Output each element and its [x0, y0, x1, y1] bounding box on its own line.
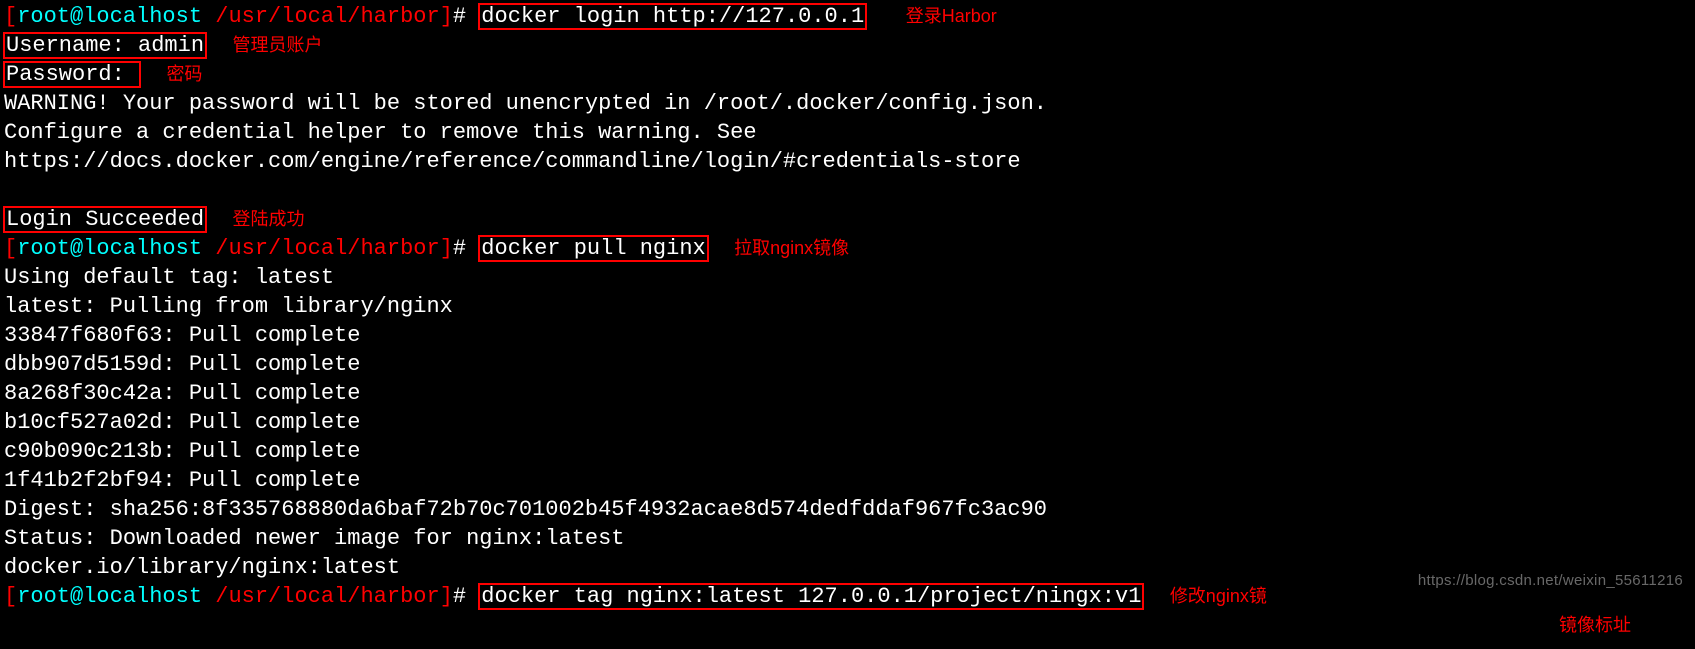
cmd-login-line: [root@localhost /usr/local/harbor]# dock…	[4, 2, 1691, 31]
pull-out-11: docker.io/library/nginx:latest	[4, 553, 1691, 582]
prompt-user-host: root@localhost	[17, 584, 202, 609]
username-text: Username: admin	[4, 33, 206, 58]
prompt-hash: #	[453, 4, 479, 29]
pull-out-3: 33847f680f63: Pull complete	[4, 321, 1691, 350]
pull-out-6: b10cf527a02d: Pull complete	[4, 408, 1691, 437]
pull-out-7: c90b090c213b: Pull complete	[4, 437, 1691, 466]
cmd-pull-line: [root@localhost /usr/local/harbor]# dock…	[4, 234, 1691, 263]
prompt-path: /usr/local/harbor	[202, 4, 440, 29]
prompt-bracket-open: [	[4, 4, 17, 29]
login-succeeded: Login Succeeded	[4, 207, 206, 232]
anno-password: 密码	[166, 64, 202, 84]
username-line: Username: admin 管理员账户	[4, 31, 1691, 60]
warning-line-3: https://docs.docker.com/engine/reference…	[4, 147, 1691, 176]
cmd-pull[interactable]: docker pull nginx	[479, 236, 707, 261]
prompt-path: /usr/local/harbor	[202, 584, 440, 609]
prompt-user-host: root@localhost	[17, 4, 202, 29]
pull-out-4: dbb907d5159d: Pull complete	[4, 350, 1691, 379]
cmd-tag[interactable]: docker tag nginx:latest 127.0.0.1/projec…	[479, 584, 1143, 609]
password-line: Password: 密码	[4, 60, 1691, 89]
prompt-user-host: root@localhost	[17, 236, 202, 261]
prompt-hash: #	[453, 584, 479, 609]
prompt-bracket-open: [	[4, 236, 17, 261]
cmd-tag-line: [root@localhost /usr/local/harbor]# dock…	[4, 582, 1691, 611]
anno-username: 管理员账户	[232, 35, 322, 55]
pull-out-9: Digest: sha256:8f335768880da6baf72b70c70…	[4, 495, 1691, 524]
warning-line-1: WARNING! Your password will be stored un…	[4, 89, 1691, 118]
blank-line	[4, 176, 1691, 205]
login-succeeded-line: Login Succeeded 登陆成功	[4, 205, 1691, 234]
anno-login-succeeded: 登陆成功	[232, 209, 304, 229]
prompt-bracket-open: [	[4, 584, 17, 609]
cmd-login[interactable]: docker login http://127.0.0.1	[479, 4, 866, 29]
anno-tag-1: 修改nginx镜	[1170, 586, 1267, 606]
pull-out-2: latest: Pulling from library/nginx	[4, 292, 1691, 321]
prompt-path: /usr/local/harbor	[202, 236, 440, 261]
pull-out-8: 1f41b2f2bf94: Pull complete	[4, 466, 1691, 495]
anno-pull-nginx: 拉取nginx镜像	[734, 238, 849, 258]
warning-line-2: Configure a credential helper to remove …	[4, 118, 1691, 147]
password-text: Password:	[4, 62, 140, 87]
pull-out-10: Status: Downloaded newer image for nginx…	[4, 524, 1691, 553]
prompt-bracket-close: ]	[440, 4, 453, 29]
pull-out-5: 8a268f30c42a: Pull complete	[4, 379, 1691, 408]
prompt-bracket-close: ]	[440, 584, 453, 609]
anno-tag-2: 镜像标址	[1559, 615, 1631, 635]
pull-out-1: Using default tag: latest	[4, 263, 1691, 292]
prompt-hash: #	[453, 236, 479, 261]
prompt-bracket-close: ]	[440, 236, 453, 261]
anno-login-harbor: 登录Harbor	[906, 6, 997, 26]
anno-tag-2-line: 镜像标址	[4, 611, 1691, 640]
